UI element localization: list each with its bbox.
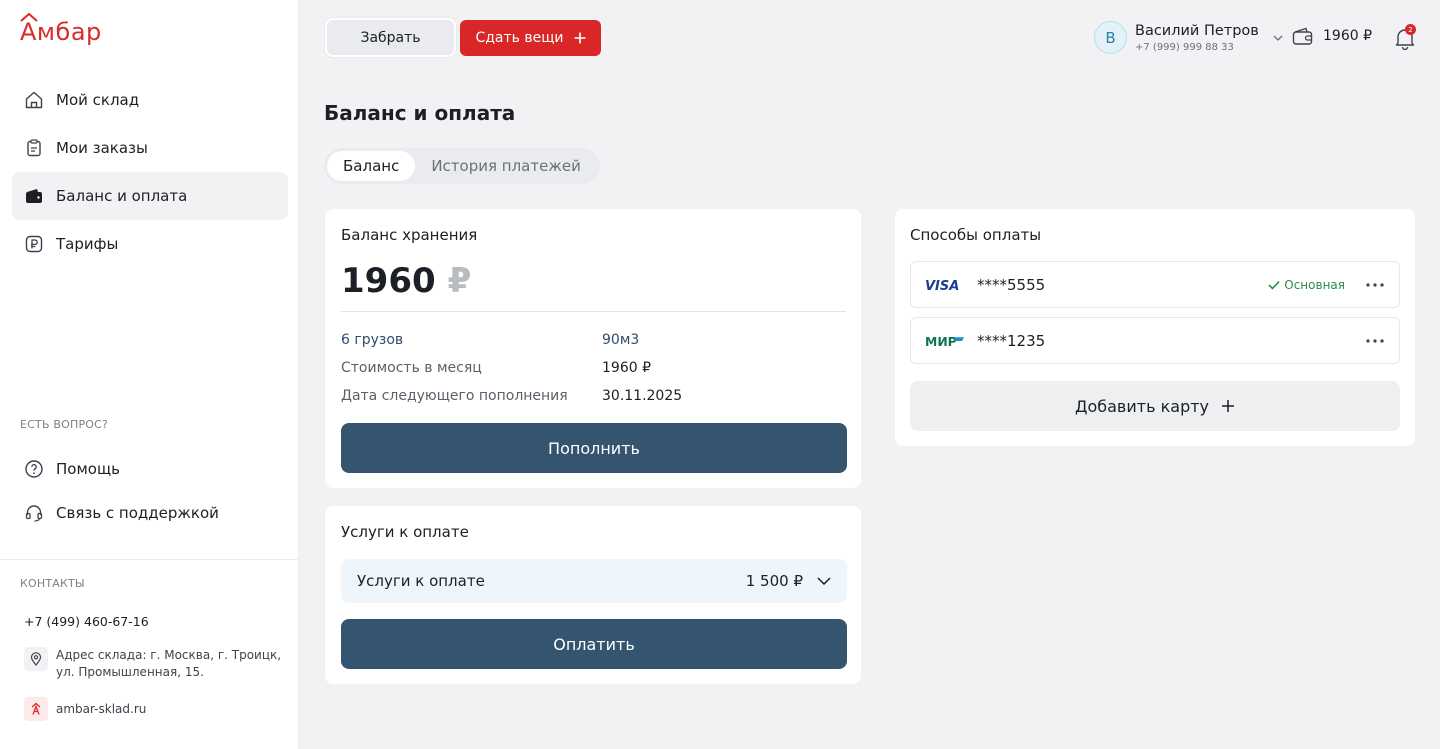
plus-icon: [1222, 400, 1235, 412]
tabs: Баланс История платежей: [324, 148, 600, 184]
logo[interactable]: Амбар: [20, 12, 102, 46]
location-pin-icon: [24, 647, 48, 671]
help-link-label: Помощь: [56, 460, 120, 478]
home-icon: [24, 90, 44, 110]
help-section-label: ЕСТЬ ВОПРОС?: [20, 418, 109, 431]
info-key[interactable]: 6 грузов: [341, 332, 602, 348]
headset-icon: [24, 503, 44, 523]
mir-logo-text: МИР: [925, 334, 957, 347]
sidebar-divider: [0, 559, 299, 560]
payment-methods-title: Способы оплаты: [910, 226, 1042, 244]
topup-button[interactable]: Пополнить: [341, 423, 847, 473]
services-row-label: Услуги к оплате: [357, 572, 485, 590]
contact-site[interactable]: ambar-sklad.ru: [24, 697, 146, 721]
info-key: Стоимость в месяц: [341, 360, 482, 376]
topbar-actions: Забрать Сдать вещи: [325, 18, 601, 57]
site-logo-icon: [24, 697, 48, 721]
info-value: 30.11.2025: [602, 388, 683, 404]
card-more-button[interactable]: [1365, 275, 1385, 295]
tab-payment-history[interactable]: История платежей: [415, 151, 597, 181]
support-link[interactable]: Связь с поддержкой: [24, 498, 219, 528]
avatar: В: [1094, 21, 1127, 54]
sidebar-nav: Мой склад Мои заказы Баланс и оплата Тар…: [12, 76, 288, 268]
balance-card: Баланс хранения 1960 ₽ 6 грузов 90м3 Сто…: [325, 209, 861, 488]
card-number: ****1235: [977, 331, 1046, 350]
payment-methods-card: Способы оплаты VISA ****5555 Основная МИ…: [895, 209, 1415, 446]
sidebar-item-tariffs[interactable]: Тарифы: [12, 220, 288, 268]
balance-amount: 1960 ₽: [341, 261, 471, 301]
visa-logo-text: VISA: [925, 279, 959, 292]
sidebar-item-label: Мои заказы: [56, 139, 148, 157]
services-card: Услуги к оплате Услуги к оплате 1 500 ₽ …: [325, 506, 861, 684]
pay-button[interactable]: Оплатить: [341, 619, 847, 669]
user-phone: +7 (999) 999 88 33: [1135, 41, 1234, 53]
notifications-button[interactable]: 2: [1393, 24, 1417, 51]
sidebar-item-label: Тарифы: [56, 235, 119, 253]
notifications-badge: 2: [1405, 24, 1416, 35]
info-value: 90м3: [602, 332, 640, 348]
user-menu[interactable]: В Василий Петров +7 (999) 999 88 33: [1094, 21, 1283, 54]
contacts-section-label: КОНТАКТЫ: [20, 577, 85, 590]
info-row: 6 грузов 90м3: [341, 326, 846, 354]
contact-address-line2: ул. Промышленная, 15.: [56, 665, 204, 679]
contact-address-line1: Адрес склада: г. Москва, г. Троицк,: [56, 648, 282, 662]
card-more-button[interactable]: [1365, 331, 1385, 351]
check-icon: [1268, 280, 1280, 290]
balance-amount-value: 1960: [341, 261, 436, 301]
sidebar-item-my-orders[interactable]: Мои заказы: [12, 124, 288, 172]
info-row: Стоимость в месяц 1960 ₽: [341, 354, 846, 382]
sidebar-item-label: Мой склад: [56, 91, 140, 109]
balance-currency: ₽: [447, 261, 472, 301]
services-accordion[interactable]: Услуги к оплате 1 500 ₽: [341, 559, 847, 603]
primary-card-badge-label: Основная: [1284, 277, 1345, 292]
sidebar-item-label: Баланс и оплата: [56, 187, 188, 205]
info-key: Дата следующего пополнения: [341, 388, 568, 404]
chevron-down-icon: [1273, 35, 1283, 41]
contact-site-label: ambar-sklad.ru: [56, 701, 147, 716]
wallet-icon: [24, 186, 44, 206]
visa-logo-icon: VISA: [925, 278, 965, 292]
info-row: Дата следующего пополнения 30.11.2025: [341, 382, 846, 410]
add-card-button[interactable]: Добавить карту: [910, 381, 1400, 431]
add-card-label: Добавить карту: [1074, 396, 1210, 416]
services-row-amount: 1 500 ₽: [745, 572, 803, 590]
contact-address: Адрес склада: г. Москва, г. Троицк, ул. …: [24, 647, 281, 681]
logo-text: Амбар: [20, 18, 102, 46]
give-items-label: Сдать вещи: [475, 30, 564, 46]
help-link[interactable]: Помощь: [24, 454, 219, 484]
sidebar-item-my-storage[interactable]: Мой склад: [12, 76, 288, 124]
more-dots-icon: [1366, 338, 1384, 343]
support-link-label: Связь с поддержкой: [56, 504, 219, 522]
contact-phone[interactable]: +7 (499) 460-67-16: [24, 614, 149, 629]
info-value: 1960 ₽: [602, 360, 651, 376]
give-items-button[interactable]: Сдать вещи: [460, 20, 601, 56]
primary-card-badge: Основная: [1268, 278, 1345, 292]
payment-card-item[interactable]: VISA ****5555 Основная: [910, 261, 1400, 308]
wallet-balance[interactable]: 1960 ₽: [1292, 26, 1372, 46]
sidebar: Амбар Мой склад Мои заказы Баланс и опла…: [0, 0, 299, 749]
services-card-title: Услуги к оплате: [341, 523, 469, 541]
balance-divider: [341, 311, 846, 312]
clipboard-icon: [24, 138, 44, 158]
take-button[interactable]: Забрать: [325, 18, 456, 57]
chevron-down-icon: [817, 577, 831, 585]
mir-logo-icon: МИР: [925, 334, 965, 348]
user-name: Василий Петров: [1135, 22, 1259, 39]
ruble-icon: [24, 234, 44, 254]
balance-info: 6 грузов 90м3 Стоимость в месяц 1960 ₽ Д…: [341, 326, 846, 410]
tab-balance[interactable]: Баланс: [327, 151, 416, 181]
wallet-icon: [1292, 27, 1313, 45]
plus-icon: [574, 32, 586, 44]
more-dots-icon: [1366, 282, 1384, 287]
wallet-balance-value: 1960 ₽: [1323, 28, 1372, 44]
sidebar-item-balance[interactable]: Баланс и оплата: [12, 172, 288, 220]
payment-card-item[interactable]: МИР ****1235: [910, 317, 1400, 364]
page-title: Баланс и оплата: [324, 101, 516, 125]
card-number: ****5555: [977, 275, 1046, 294]
question-icon: [24, 459, 44, 479]
help-list: Помощь Связь с поддержкой: [24, 454, 219, 542]
balance-card-title: Баланс хранения: [341, 226, 478, 244]
